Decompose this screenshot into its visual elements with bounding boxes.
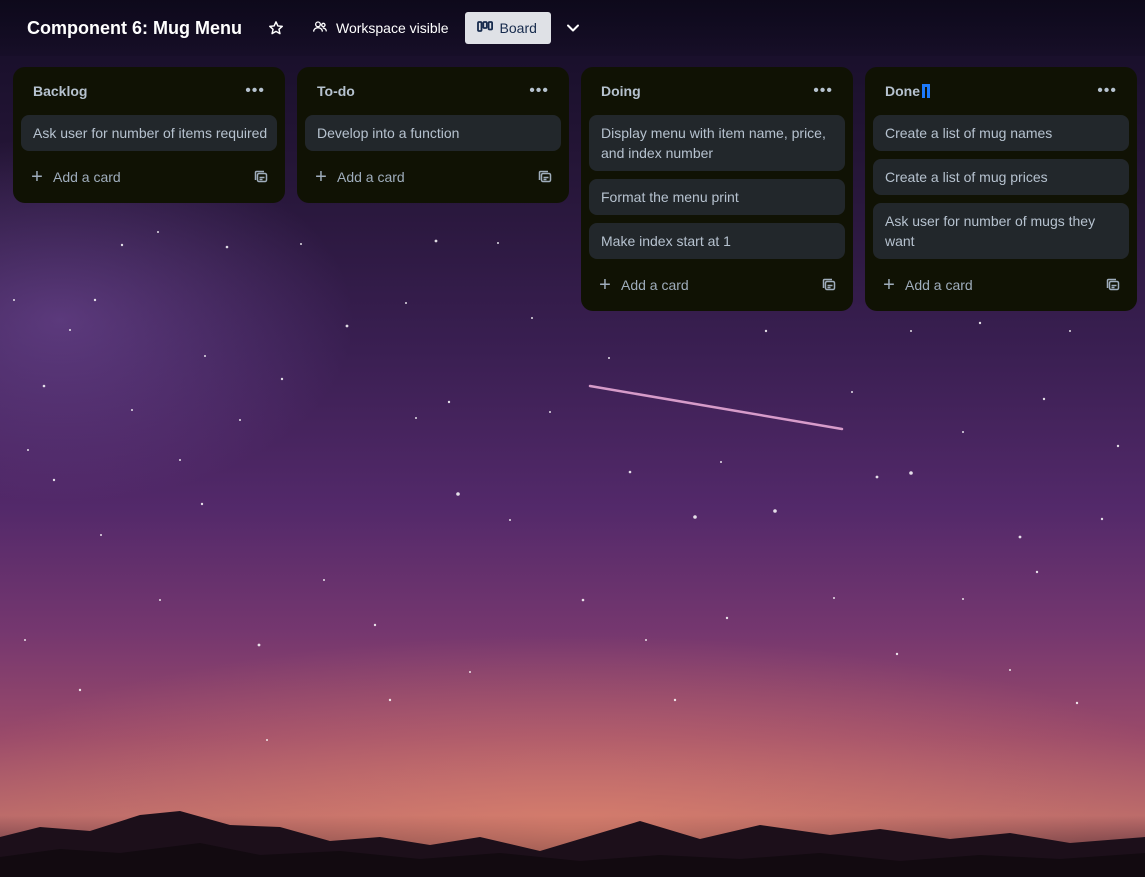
card[interactable]: Create a list of mug names	[873, 115, 1129, 151]
workspace-visibility-icon	[312, 19, 328, 38]
list-title-text: Done	[885, 83, 920, 99]
add-card-label: Add a card	[337, 169, 405, 185]
add-card-button[interactable]: + Add a card	[313, 167, 405, 187]
create-from-template-icon[interactable]	[537, 169, 553, 185]
board-view-label: Board	[499, 20, 537, 36]
add-card-label: Add a card	[621, 277, 689, 293]
list-footer: + Add a card	[21, 159, 277, 195]
text-cursor-highlight	[922, 84, 930, 98]
list-header: Backlog •••	[21, 67, 277, 115]
card[interactable]: Develop into a function	[305, 115, 561, 151]
add-card-label: Add a card	[905, 277, 973, 293]
plus-icon: +	[31, 166, 43, 188]
create-from-template-icon[interactable]	[1105, 277, 1121, 293]
card[interactable]: Make index start at 1	[589, 223, 845, 259]
list-doing: Doing ••• Display menu with item name, p…	[581, 67, 853, 311]
create-from-template-icon[interactable]	[253, 169, 269, 185]
add-card-button[interactable]: + Add a card	[29, 167, 121, 187]
workspace-visibility-label: Workspace visible	[335, 20, 449, 36]
mountain-silhouette	[0, 811, 1145, 877]
list-backlog: Backlog ••• Ask user for number of items…	[13, 67, 285, 203]
star-icon[interactable]	[264, 16, 288, 40]
board-title[interactable]: Component 6: Mug Menu	[27, 18, 242, 39]
list-title[interactable]: To-do	[317, 83, 355, 99]
list-footer: + Add a card	[305, 159, 561, 195]
plus-icon: +	[883, 274, 895, 296]
create-from-template-icon[interactable]	[821, 277, 837, 293]
more-options-icon[interactable]: •••	[809, 79, 837, 103]
list-title[interactable]: Done	[885, 83, 930, 99]
list-done: Done ••• Create a list of mug names Crea…	[865, 67, 1137, 311]
list-footer: + Add a card	[589, 267, 845, 303]
more-options-icon[interactable]: •••	[1093, 79, 1121, 103]
add-card-button[interactable]: + Add a card	[881, 275, 973, 295]
board-view-icon	[476, 20, 493, 37]
list-todo: To-do ••• Develop into a function + Add …	[297, 67, 569, 203]
card[interactable]: Display menu with item name, price, and …	[589, 115, 845, 171]
card[interactable]: Ask user for number of items required	[21, 115, 277, 151]
workspace-visibility-button[interactable]: Workspace visible	[304, 13, 457, 44]
list-header: Doing •••	[589, 67, 845, 115]
board-view-button[interactable]: Board	[464, 12, 551, 44]
card[interactable]: Format the menu print	[589, 179, 845, 215]
list-footer: + Add a card	[873, 267, 1129, 303]
chevron-down-icon[interactable]	[563, 18, 583, 38]
list-header: To-do •••	[305, 67, 561, 115]
more-options-icon[interactable]: •••	[525, 79, 553, 103]
list-title[interactable]: Backlog	[33, 83, 87, 99]
plus-icon: +	[599, 274, 611, 296]
card[interactable]: Ask user for number of mugs they want	[873, 203, 1129, 259]
card[interactable]: Create a list of mug prices	[873, 159, 1129, 195]
board-header: Component 6: Mug Menu Workspace visible …	[0, 0, 1145, 56]
plus-icon: +	[315, 166, 327, 188]
list-header: Done •••	[873, 67, 1129, 115]
list-title[interactable]: Doing	[601, 83, 641, 99]
more-options-icon[interactable]: •••	[241, 79, 269, 103]
add-card-button[interactable]: + Add a card	[597, 275, 689, 295]
add-card-label: Add a card	[53, 169, 121, 185]
